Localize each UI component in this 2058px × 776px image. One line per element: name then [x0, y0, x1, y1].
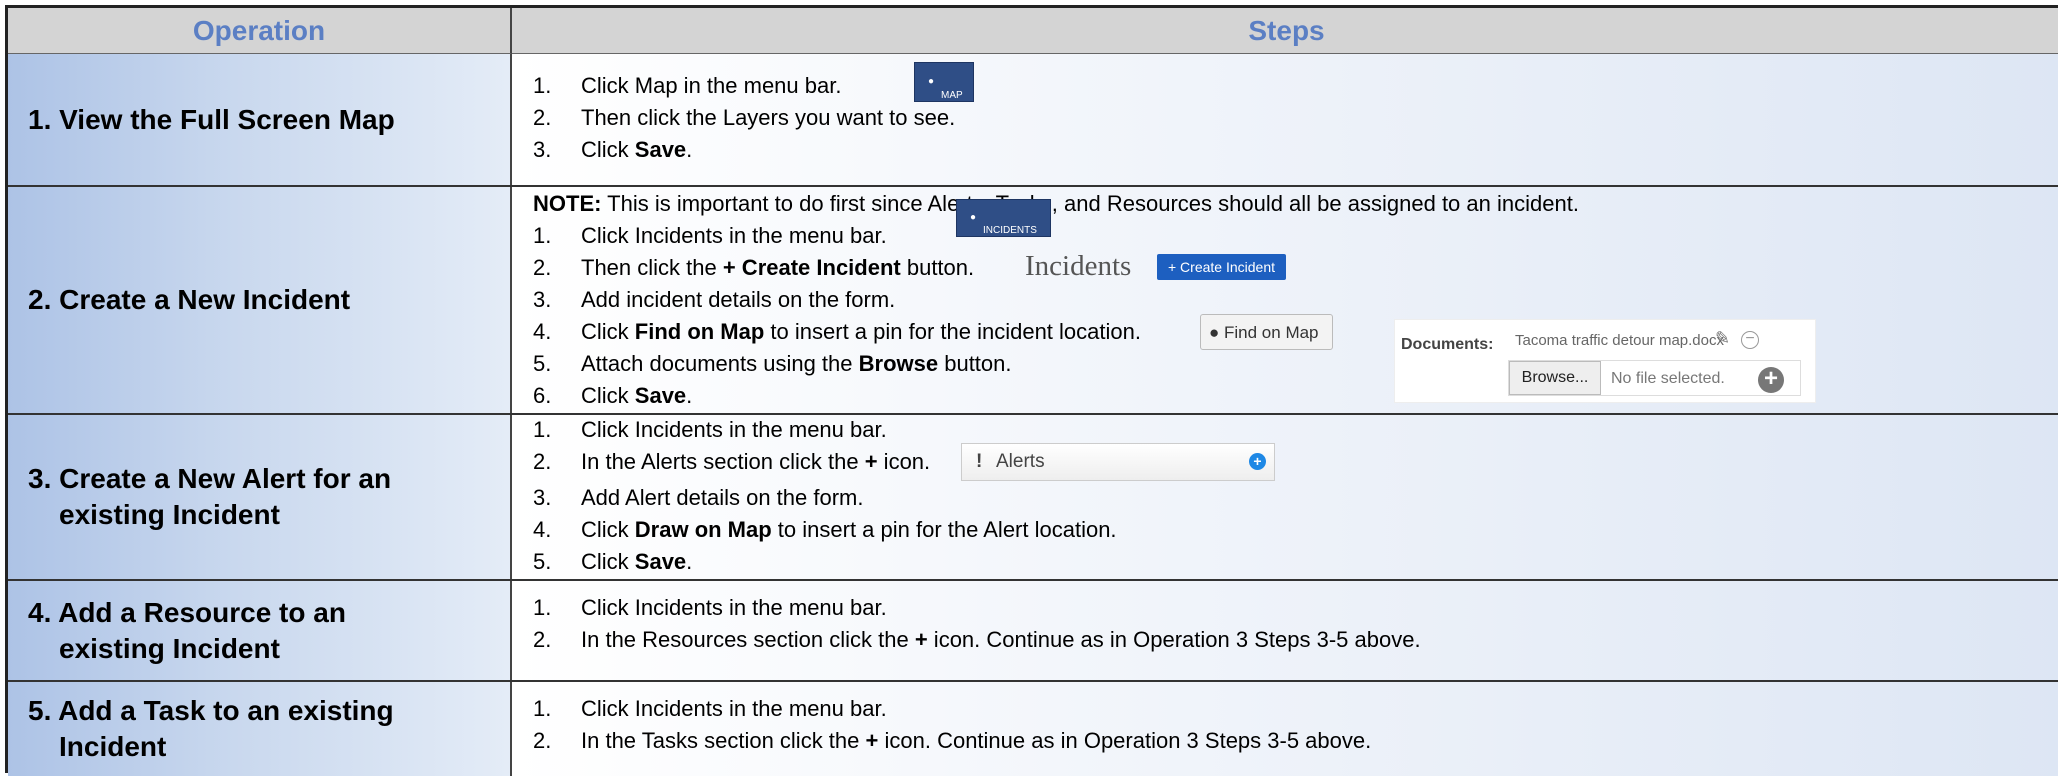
alerts-section-header: ! Alerts +	[961, 443, 1275, 481]
step-line: 2. Then click the + Create Incident butto…	[533, 255, 975, 280]
step-line: 2. In the Tasks section click the + icon.…	[533, 728, 1372, 753]
step-line: 2. In the Alerts section click the + icon…	[533, 449, 931, 474]
row-view-map: 1. View the Full Screen Map 1. Click Map …	[8, 54, 2058, 187]
steps-cell: NOTE: This is important to do first sinc…	[512, 187, 2058, 413]
incidents-menu-button[interactable]: ● INCIDENTS	[956, 199, 1051, 237]
note-line: NOTE: This is important to do first sinc…	[533, 191, 1579, 216]
incidents-title: Incidents	[1025, 250, 1132, 282]
no-file-text: No file selected.	[1611, 370, 1725, 387]
remove-icon[interactable]: −	[1741, 331, 1759, 349]
documents-label: Documents:	[1401, 336, 1494, 353]
operation-cell: 2. Create a New Incident	[8, 187, 512, 413]
operation-cell: 5. Add a Task to an existing Incident	[8, 682, 512, 776]
document-file-link[interactable]: Tacoma traffic detour map.docx	[1515, 332, 1724, 349]
operation-title: 1. View the Full Screen Map	[28, 103, 395, 135]
operation-title: 3. Create a New Alert for an existing In…	[28, 463, 392, 530]
step-line: 2. Then click the Layers you want to see.	[533, 105, 956, 130]
edit-icon[interactable]: ✎	[1715, 328, 1735, 348]
step-line: 1. Click Map in the menu bar.	[533, 73, 842, 98]
steps-cell: 1. Click Incidents in the menu bar. 2. In …	[512, 682, 2058, 776]
step-line: 3. Add incident details on the form.	[533, 287, 896, 312]
find-on-map-button[interactable]: ● Find on Map	[1200, 314, 1333, 350]
step-line: 1. Click Incidents in the menu bar.	[533, 417, 887, 442]
alerts-label: Alerts	[996, 451, 1045, 472]
header-steps: Steps	[512, 8, 2058, 54]
step-line: 5. Click Save.	[533, 549, 693, 574]
step-line: 1. Click Incidents in the menu bar.	[533, 595, 887, 620]
operation-title: 5. Add a Task to an existing Incident	[28, 695, 394, 762]
browse-button[interactable]: Browse...	[1509, 361, 1601, 395]
step-line: 4. Click Find on Map to insert a pin for …	[533, 319, 1141, 344]
header-operation: Operation	[8, 8, 512, 54]
operation-title: 2. Create a New Incident	[28, 284, 351, 315]
documents-panel: Documents: Tacoma traffic detour map.doc…	[1394, 319, 1816, 403]
globe-icon: ●	[1209, 323, 1220, 342]
step-line: 6. Click Save.	[533, 383, 693, 408]
add-alert-icon[interactable]: +	[1249, 453, 1266, 470]
row-create-incident: 2. Create a New Incident NOTE: This is i…	[8, 187, 2058, 415]
step-line: 1. Click Incidents in the menu bar.	[533, 223, 887, 248]
step-line: 3. Add Alert details on the form.	[533, 485, 864, 510]
steps-cell: 1. Click Incidents in the menu bar. 2. In …	[512, 581, 2058, 680]
operation-cell: 3. Create a New Alert for an existing In…	[8, 415, 512, 579]
operation-cell: 1. View the Full Screen Map	[8, 54, 512, 185]
steps-cell: 1. Click Incidents in the menu bar. 2. In …	[512, 415, 2058, 579]
row-add-task: 5. Add a Task to an existing Incident 1.…	[8, 682, 2058, 776]
create-incident-button[interactable]: + Create Incident	[1157, 254, 1286, 280]
operation-cell: 4. Add a Resource to an existing Inciden…	[8, 581, 512, 680]
step-line: 3. Click Save.	[533, 137, 693, 162]
step-line: 4. Click Draw on Map to insert a pin for …	[533, 517, 1117, 542]
operations-table: Operation Steps 1. View the Full Screen …	[5, 5, 2058, 776]
operation-title: 4. Add a Resource to an existing Inciden…	[28, 596, 346, 664]
step-line: 1. Click Incidents in the menu bar.	[533, 696, 887, 721]
add-document-icon[interactable]: +	[1758, 367, 1784, 393]
row-create-alert: 3. Create a New Alert for an existing In…	[8, 415, 2058, 581]
step-line: 5. Attach documents using the Browse butt…	[533, 351, 1012, 376]
step-line: 2. In the Resources section click the + i…	[533, 627, 1421, 652]
steps-cell: 1. Click Map in the menu bar. 2. Then clic…	[512, 54, 2058, 185]
map-menu-button[interactable]: ● MAP	[914, 62, 974, 102]
alert-icon: !	[976, 451, 983, 472]
row-add-resource: 4. Add a Resource to an existing Inciden…	[8, 581, 2058, 682]
